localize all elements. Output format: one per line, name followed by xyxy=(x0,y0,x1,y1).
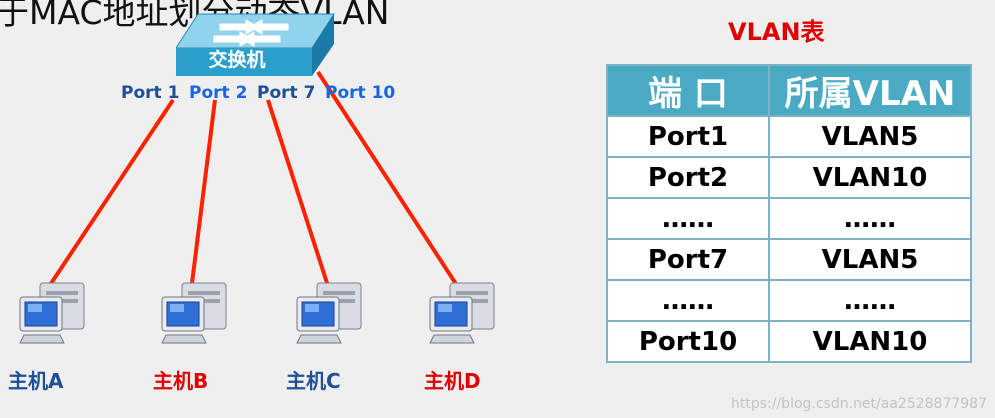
port-2-label: Port 2 xyxy=(189,83,248,103)
cell-vlan: …… xyxy=(768,279,972,322)
table-row: …… …… xyxy=(606,197,972,240)
cell-port: …… xyxy=(606,279,770,322)
cell-vlan: VLAN10 xyxy=(768,156,972,199)
cell-vlan: VLAN5 xyxy=(768,115,972,158)
computer-icon xyxy=(161,282,227,344)
table-row: Port1 VLAN5 xyxy=(606,115,972,158)
port-7-label: Port 7 xyxy=(257,83,316,103)
cell-port: Port2 xyxy=(606,156,770,199)
watermark: https://blog.csdn.net/aa2528877987 xyxy=(731,396,987,412)
cell-port: Port1 xyxy=(606,115,770,158)
link-port7-hostC xyxy=(266,99,329,284)
vlan-table-title: VLAN表 xyxy=(728,18,825,46)
table-header-row: 端 口 所属VLAN xyxy=(606,64,972,117)
link-port10-hostD xyxy=(316,70,460,289)
port-1-label: Port 1 xyxy=(121,83,180,103)
link-port1-hostA xyxy=(48,98,175,287)
table-row: Port10 VLAN10 xyxy=(606,320,972,363)
host-c-label: 主机C xyxy=(286,369,341,393)
computer-icon xyxy=(19,282,85,344)
table-row: Port2 VLAN10 xyxy=(606,156,972,199)
host-d-label: 主机D xyxy=(424,369,481,393)
switch-label: 交换机 xyxy=(208,49,266,71)
column-header-port: 端 口 xyxy=(606,64,770,117)
table-row: Port7 VLAN5 xyxy=(606,238,972,281)
cell-vlan: VLAN10 xyxy=(768,320,972,363)
host-b-label: 主机B xyxy=(153,369,209,393)
cell-port: …… xyxy=(606,197,770,240)
computer-icon xyxy=(296,282,362,344)
computer-icon xyxy=(429,282,495,344)
cell-port: Port7 xyxy=(606,238,770,281)
host-a-label: 主机A xyxy=(8,369,64,393)
cell-vlan: …… xyxy=(768,197,972,240)
link-port2-hostB xyxy=(190,99,217,284)
cell-vlan: VLAN5 xyxy=(768,238,972,281)
column-header-vlan: 所属VLAN xyxy=(768,64,972,117)
port-10-label: Port 10 xyxy=(325,83,396,103)
cell-port: Port10 xyxy=(606,320,770,363)
table-row: …… …… xyxy=(606,279,972,322)
vlan-table: 端 口 所属VLAN Port1 VLAN5 Port2 VLAN10 …… …… xyxy=(606,64,972,363)
